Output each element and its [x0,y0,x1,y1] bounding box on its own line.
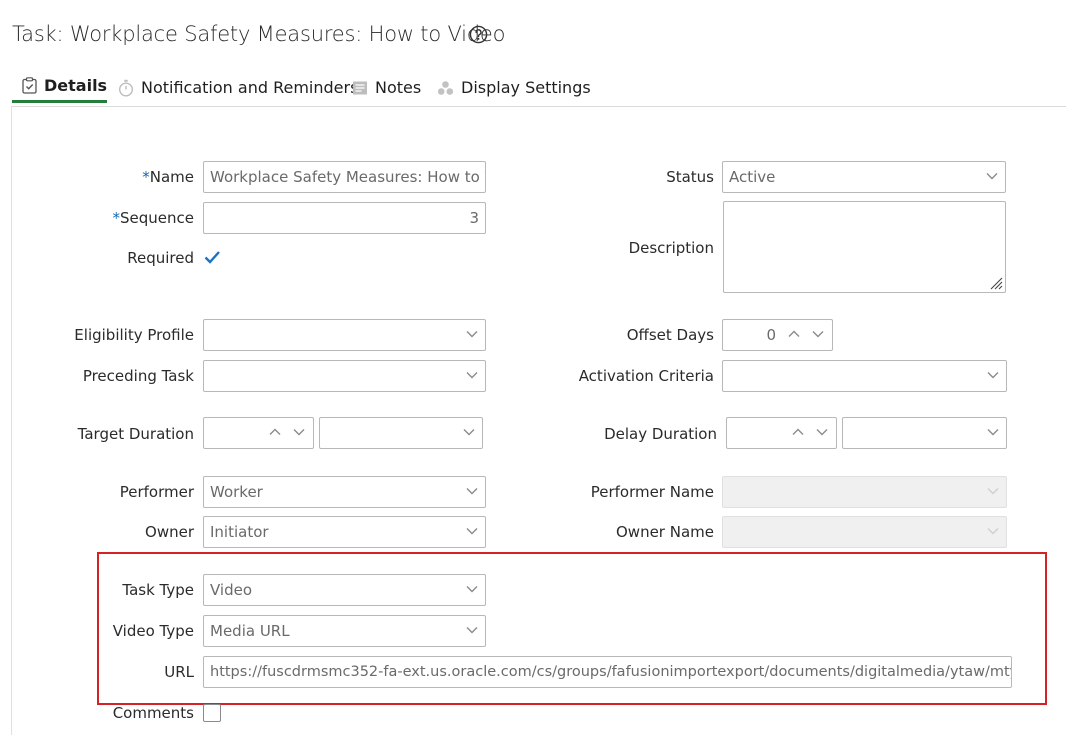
chevron-down-icon[interactable] [812,330,824,338]
help-icon[interactable] [469,25,488,44]
chevron-down-icon [463,429,475,436]
performer-name-label: Performer Name [590,483,714,501]
chevron-down-icon [466,586,478,593]
chevron-down-icon [466,488,478,495]
comments-checkbox[interactable] [203,704,221,722]
tab-display-settings[interactable]: Display Settings [437,70,591,105]
target-duration-stepper[interactable] [203,417,314,449]
url-label: URL [164,663,194,681]
tab-bar: Details Notification and Reminders Notes… [12,70,1066,107]
status-select[interactable]: Active [722,161,1006,193]
status-value: Active [729,168,776,186]
activation-criteria-label: Activation Criteria [578,367,714,385]
chevron-down-icon [466,372,478,379]
delay-duration-unit-select[interactable] [842,417,1007,449]
required-checkbox[interactable] [204,250,221,265]
chevron-down-icon [466,528,478,535]
chevron-down-icon [466,627,478,634]
chevron-down-icon [986,173,998,180]
tab-notification-label: Notification and Reminders [141,78,359,97]
video-type-select[interactable]: Media URL [203,615,486,647]
performer-select[interactable]: Worker [203,476,486,508]
chevron-down-icon [987,429,999,436]
performer-name-select [722,476,1007,508]
video-type-value: Media URL [210,622,290,640]
description-label: Description [628,239,714,257]
tab-details-label: Details [44,75,108,95]
activation-criteria-select[interactable] [722,360,1007,392]
sequence-label: *Sequence [112,209,195,227]
notes-icon [352,80,368,96]
target-duration-unit-select[interactable] [319,417,483,449]
chevron-up-icon[interactable] [792,428,804,436]
tab-display-settings-label: Display Settings [461,78,591,97]
performer-label: Performer [119,483,194,501]
description-textarea[interactable] [723,201,1006,293]
eligibility-profile-label: Eligibility Profile [74,326,194,344]
delay-duration-label: Delay Duration [604,425,717,443]
task-type-value: Video [210,581,253,599]
chevron-down-icon [987,488,999,495]
eligibility-profile-select[interactable] [203,319,486,351]
chevron-up-icon[interactable] [788,330,800,338]
chevron-down-icon [987,372,999,379]
comments-label: Comments [112,704,194,722]
name-label: *Name [142,168,194,186]
status-label: Status [666,168,714,186]
stopwatch-icon [118,79,134,97]
offset-days-value: 0 [766,326,776,344]
video-type-label: Video Type [112,622,194,640]
offset-days-stepper[interactable]: 0 [722,319,833,351]
tab-details[interactable]: Details [12,70,107,103]
delay-duration-stepper[interactable] [726,417,837,449]
required-label: Required [127,249,194,267]
target-duration-label: Target Duration [77,425,194,443]
tab-notes[interactable]: Notes [352,70,421,105]
preceding-task-label: Preceding Task [82,367,194,385]
sequence-input[interactable]: 3 [203,202,486,234]
offset-days-label: Offset Days [626,326,714,344]
clipboard-check-icon [22,76,37,94]
tab-notes-label: Notes [375,78,422,97]
panel-border [11,106,12,735]
task-type-label: Task Type [122,581,194,599]
owner-name-select [722,516,1007,548]
chevron-down-icon[interactable] [293,428,305,436]
chevron-down-icon [987,528,999,535]
resize-handle-icon[interactable] [987,274,1003,290]
chevron-down-icon [466,331,478,338]
performer-value: Worker [210,483,263,501]
page-title: Task: Workplace Safety Measures: How to … [12,22,506,46]
task-type-select[interactable]: Video [203,574,486,606]
owner-name-label: Owner Name [616,523,714,541]
display-settings-icon [437,80,454,96]
owner-label: Owner [145,523,194,541]
owner-value: Initiator [210,523,269,541]
url-input[interactable]: https://fuscdrmsmc352-fa-ext.us.oracle.c… [203,656,1012,688]
owner-select[interactable]: Initiator [203,516,486,548]
tab-notification-and-reminders[interactable]: Notification and Reminders [118,70,358,105]
name-input[interactable]: Workplace Safety Measures: How to Vi [203,161,486,193]
chevron-down-icon[interactable] [816,428,828,436]
chevron-up-icon[interactable] [269,428,281,436]
preceding-task-select[interactable] [203,360,486,392]
